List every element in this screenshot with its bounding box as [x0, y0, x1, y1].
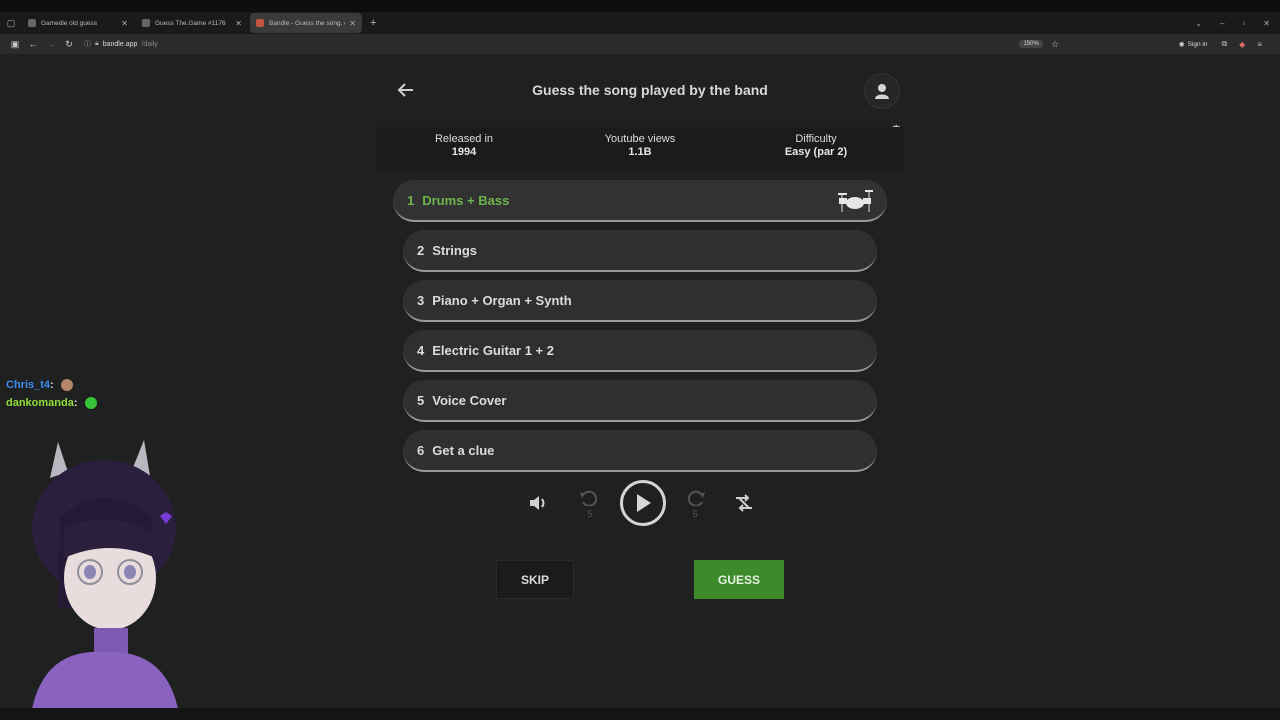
minimize-icon[interactable]: – — [1220, 19, 1224, 28]
rewind-5-button[interactable]: 5 — [578, 490, 602, 519]
page-title: Guess the song played by the band — [532, 82, 768, 98]
tab-close-icon[interactable]: ✕ — [121, 19, 128, 28]
chat-emote-icon — [84, 397, 97, 410]
bookmark-star-icon[interactable]: ☆ — [1051, 39, 1059, 50]
tab-list-icon[interactable]: ▢ — [0, 12, 22, 34]
account-icon: ◉ — [1178, 41, 1185, 48]
extension-icon[interactable]: ◆ — [1239, 40, 1245, 49]
forward-icon — [687, 490, 705, 507]
bottom-edge — [0, 708, 1280, 720]
track-number: 5 — [417, 392, 425, 408]
back-nav-icon[interactable]: ← — [24, 39, 42, 49]
browser-tab[interactable]: Gamedle old guess ✕ — [22, 13, 134, 33]
track-row-3[interactable]: 3 Piano + Organ + Synth — [403, 280, 877, 322]
track-label: Strings — [432, 242, 478, 258]
track-row-5[interactable]: 5 Voice Cover — [403, 380, 877, 422]
tab-favicon-icon — [142, 19, 150, 27]
user-icon — [875, 84, 889, 99]
volume-icon[interactable] — [528, 494, 548, 512]
forward-seconds: 5 — [692, 509, 698, 519]
track-number: 2 — [417, 242, 425, 258]
chat-message: dankomanda: — [6, 394, 97, 412]
reload-icon[interactable]: ↻ — [60, 39, 78, 50]
track-label: Drums + Bass — [422, 192, 510, 208]
sign-in-button[interactable]: ◉ Sign in — [1178, 40, 1208, 49]
url-bar[interactable]: ⓘ 🔒︎ bandle.app/daily — [84, 39, 1019, 49]
new-tab-icon[interactable]: + — [370, 17, 376, 29]
stream-chat-overlay: Chris_t4: dankomanda: — [6, 376, 97, 412]
close-window-icon[interactable]: ✕ — [1263, 19, 1270, 28]
chat-message: Chris_t4: — [6, 376, 97, 394]
tab-close-icon[interactable]: ✕ — [349, 19, 356, 28]
maximize-icon[interactable]: ▫ — [1242, 19, 1245, 28]
browser-tab[interactable]: Guess The.Game #1176 ✕ — [136, 13, 248, 33]
url-host: bandle.app — [102, 40, 138, 48]
skip-button[interactable]: SKIP — [496, 560, 574, 599]
window-top-strip — [0, 0, 1280, 12]
tab-close-icon[interactable]: ✕ — [235, 19, 242, 28]
stat-value: 1.1B — [628, 146, 652, 158]
forward-nav-icon[interactable]: → — [42, 39, 60, 49]
player-controls: 5 5 — [520, 480, 760, 526]
chat-username: Chris_t4 — [6, 379, 51, 391]
sign-in-label: Sign in — [1187, 40, 1208, 48]
track-row-2[interactable]: 2 Strings — [403, 230, 877, 272]
track-label: Get a clue — [432, 442, 495, 458]
track-number: 1 — [407, 192, 415, 208]
track-row-1[interactable]: 1 Drums + Bass — [393, 180, 887, 222]
track-number: 3 — [417, 292, 425, 308]
play-button[interactable] — [620, 480, 666, 526]
track-row-6[interactable]: 6 Get a clue — [403, 430, 877, 472]
chat-separator: : — [73, 397, 78, 409]
lock-icon: 🔒︎ — [95, 40, 99, 47]
track-row-4[interactable]: 4 Electric Guitar 1 + 2 — [403, 330, 877, 372]
forward-5-button[interactable]: 5 — [683, 490, 707, 519]
chevron-down-icon[interactable]: ⌄ — [1195, 19, 1202, 28]
rewind-seconds: 5 — [587, 509, 593, 519]
stat-value: Easy (par 2) — [784, 146, 848, 158]
stat-label: Difficulty — [795, 133, 837, 145]
shuffle-icon[interactable] — [734, 494, 754, 512]
chat-username: dankomanda — [6, 397, 74, 409]
browser-tab-bar: ▢ Gamedle old guess ✕ Guess The.Game #11… — [0, 12, 1280, 34]
window-controls: ⌄ – ▫ ✕ — [1195, 12, 1270, 34]
stat-label: Youtube views — [604, 133, 676, 145]
profile-button[interactable] — [864, 73, 900, 109]
tab-favicon-icon — [256, 19, 264, 27]
stat-difficulty: Difficulty Easy (par 2) — [728, 127, 904, 171]
play-icon — [637, 494, 651, 512]
track-number: 6 — [417, 442, 425, 458]
track-label: Electric Guitar 1 + 2 — [432, 342, 554, 358]
stat-label: Released in — [434, 133, 494, 145]
stat-value: 1994 — [451, 146, 477, 158]
stat-released: Released in 1994 — [376, 127, 552, 171]
extensions-icon[interactable]: ⧉ — [1221, 39, 1227, 49]
track-number: 4 — [417, 342, 425, 358]
song-stats: Released in 1994 Youtube views 1.1B Diff… — [376, 127, 904, 171]
track-label: Piano + Organ + Synth — [432, 292, 572, 308]
track-label: Voice Cover — [432, 392, 507, 408]
chat-emote-icon — [60, 379, 73, 392]
tab-favicon-icon — [28, 19, 36, 27]
tab-title: Guess The.Game #1176 — [155, 19, 226, 27]
rewind-icon — [580, 490, 598, 507]
browser-tab-active[interactable]: Bandle - Guess the song, one in ✕ — [250, 13, 362, 33]
url-path: /daily — [141, 40, 158, 48]
menu-icon[interactable]: ≡ — [1257, 40, 1262, 49]
chat-separator: : — [50, 379, 54, 391]
guess-button[interactable]: GUESS — [694, 560, 784, 599]
browser-nav-bar: ▣ ← → ↻ ⓘ 🔒︎ bandle.app/daily 150% ☆ ◉ Si… — [0, 34, 1280, 54]
back-arrow-icon[interactable] — [396, 80, 418, 102]
vtuber-avatar — [30, 440, 180, 720]
drum-kit-icon — [838, 190, 873, 212]
sidebar-toggle-icon[interactable]: ▣ — [6, 39, 24, 50]
tab-title: Gamedle old guess — [41, 19, 98, 27]
tab-title: Bandle - Guess the song, one in — [269, 19, 345, 27]
zoom-level[interactable]: 150% — [1019, 40, 1043, 48]
stat-views: Youtube views 1.1B — [552, 127, 728, 171]
site-info-icon[interactable]: ⓘ — [84, 39, 91, 49]
